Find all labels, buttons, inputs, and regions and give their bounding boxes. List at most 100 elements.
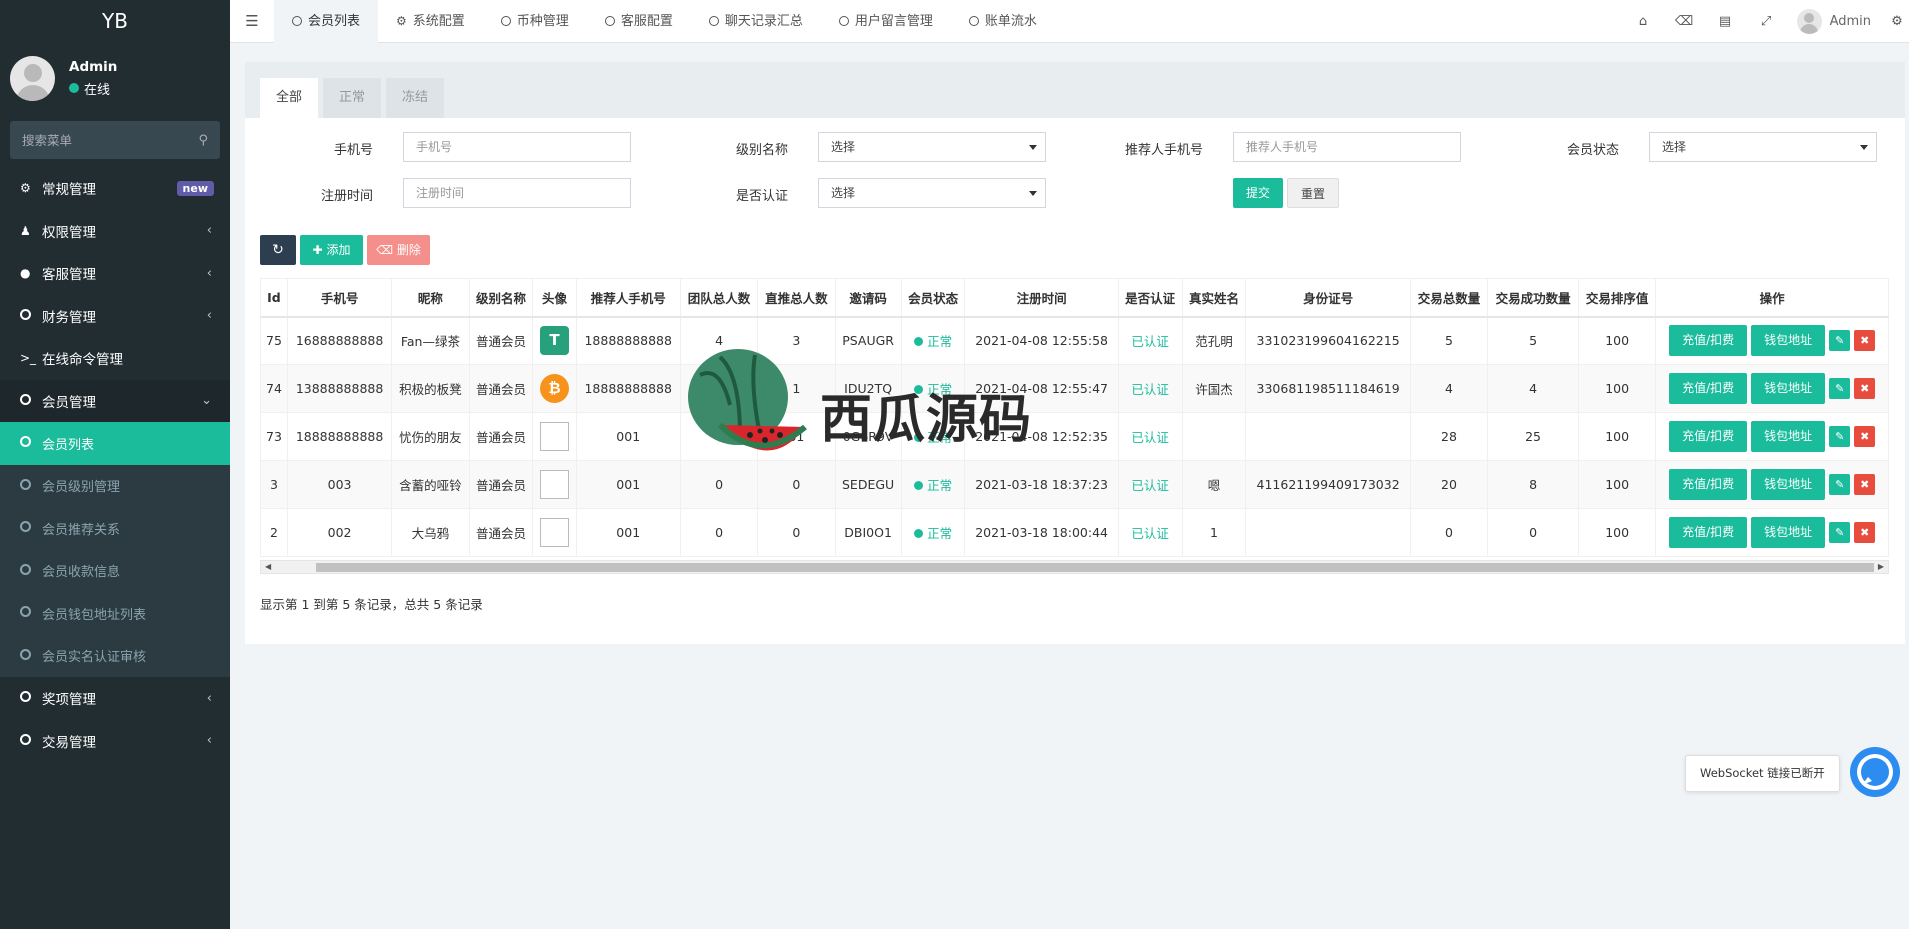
translate-icon[interactable]: ▤: [1705, 14, 1746, 29]
col-real-name[interactable]: 真实姓名: [1181, 278, 1247, 318]
delete-icon[interactable]: ✖: [1854, 522, 1876, 543]
sidebar-item-member[interactable]: 会员管理 ⌄: [0, 379, 230, 422]
sidebar-item-member-payment[interactable]: 会员收款信息: [0, 550, 230, 593]
scroll-left-icon[interactable]: ◀: [265, 562, 271, 571]
tab-normal[interactable]: 正常: [323, 78, 382, 118]
col-status[interactable]: 会员状态: [900, 278, 966, 318]
sidebar-item-awards[interactable]: 奖项管理 ‹: [0, 677, 230, 720]
col-direct-total[interactable]: 直推总人数: [757, 278, 836, 318]
tab-currency[interactable]: 币种管理: [483, 0, 587, 43]
wallet-address-button[interactable]: 钱包地址: [1751, 421, 1826, 452]
edit-icon[interactable]: ✎: [1829, 330, 1851, 352]
table-row[interactable]: 3 003 含蓄的哑铃 普通会员 001 0 0 SEDEGU 正常 2021-03-18 18:…: [260, 460, 1889, 509]
delete-button[interactable]: ⌫ 删除: [367, 235, 430, 265]
col-level[interactable]: 级别名称: [468, 278, 534, 318]
wallet-address-button[interactable]: 钱包地址: [1751, 373, 1826, 404]
recharge-button[interactable]: 充值/扣费: [1669, 421, 1748, 452]
edit-icon[interactable]: ✎: [1829, 378, 1851, 399]
user-menu[interactable]: Admin: [1787, 9, 1885, 34]
col-team-total[interactable]: 团队总人数: [679, 278, 759, 318]
cell-name: [1181, 412, 1247, 461]
table-row[interactable]: 75 16888888888 Fan—绿茶 普通会员 T 18888888888 4 3 PSA…: [260, 316, 1889, 365]
edit-icon[interactable]: ✎: [1829, 474, 1851, 495]
recharge-button[interactable]: 充值/扣费: [1669, 373, 1748, 404]
reset-button[interactable]: 重置: [1287, 178, 1339, 208]
recharge-button[interactable]: 充值/扣费: [1669, 325, 1748, 357]
refresh-button[interactable]: ↻: [260, 235, 296, 265]
circle-icon: [20, 393, 31, 405]
submit-button[interactable]: 提交: [1233, 178, 1283, 208]
tab-user-messages[interactable]: 用户留言管理: [821, 0, 951, 43]
menu-search-input[interactable]: [22, 132, 199, 148]
sidebar-item-permission[interactable]: ♟ 权限管理 ‹: [0, 210, 230, 253]
cell-level: 普通会员: [468, 316, 534, 365]
tab-all[interactable]: 全部: [260, 78, 319, 118]
chat-button[interactable]: [1850, 747, 1900, 797]
sidebar-item-service[interactable]: ● 客服管理 ‹: [0, 252, 230, 295]
col-avatar[interactable]: 头像: [532, 278, 577, 318]
wallet-address-button[interactable]: 钱包地址: [1751, 325, 1826, 357]
cell-success: 4: [1487, 364, 1579, 413]
app-logo[interactable]: YB: [0, 0, 230, 43]
tab-chat-records[interactable]: 聊天记录汇总: [691, 0, 821, 43]
tab-bills[interactable]: 账单流水: [951, 0, 1055, 43]
sidebar-item-general[interactable]: ⚙ 常规管理 new: [0, 167, 230, 210]
pagination-info: 显示第 1 到第 5 条记录，总共 5 条记录: [260, 597, 483, 612]
menu-toggle-icon[interactable]: ☰: [230, 12, 274, 30]
wallet-address-button[interactable]: 钱包地址: [1751, 517, 1826, 548]
member-status-select[interactable]: 选择: [1649, 132, 1877, 162]
phone-field[interactable]: 手机号: [403, 132, 631, 162]
gear-icon[interactable]: ⚙: [1885, 14, 1909, 29]
sidebar-item-member-referral[interactable]: 会员推荐关系: [0, 507, 230, 550]
delete-icon[interactable]: ✖: [1854, 426, 1876, 447]
level-select[interactable]: 选择: [818, 132, 1046, 162]
table-row[interactable]: 74 13888888888 积极的板凳 普通会员 ₿ 18888888888 1 IDU2T…: [260, 364, 1889, 413]
wallet-address-button[interactable]: 钱包地址: [1751, 469, 1826, 500]
delete-icon[interactable]: ✖: [1854, 330, 1876, 352]
search-icon[interactable]: ⚲: [198, 133, 208, 148]
col-verified[interactable]: 是否认证: [1117, 278, 1183, 318]
col-reg-time[interactable]: 注册时间: [964, 278, 1119, 318]
trash-icon[interactable]: ⌫: [1664, 14, 1705, 29]
table-row[interactable]: 7318888888888忧伤的朋友普通会员001610G6R9V正常2021-…: [260, 412, 1889, 461]
col-nickname[interactable]: 昵称: [391, 278, 470, 318]
col-trade-total[interactable]: 交易总数量: [1409, 278, 1489, 318]
sidebar-item-member-kyc[interactable]: 会员实名认证审核: [0, 635, 230, 678]
fullscreen-icon[interactable]: ⤢: [1746, 14, 1787, 29]
horizontal-scrollbar[interactable]: ◀ ▶: [260, 560, 1889, 574]
sidebar-item-member-level[interactable]: 会员级别管理: [0, 465, 230, 508]
referrer-field[interactable]: 推荐人手机号: [1233, 132, 1461, 162]
sidebar-item-member-wallet[interactable]: 会员钱包地址列表: [0, 592, 230, 635]
home-icon[interactable]: ⌂: [1623, 14, 1664, 29]
chat-bubble-icon: [1857, 754, 1893, 790]
col-actions[interactable]: 操作: [1655, 278, 1889, 318]
sidebar-item-command[interactable]: >_ 在线命令管理: [0, 337, 230, 380]
col-trade-success[interactable]: 交易成功数量: [1487, 278, 1579, 318]
scrollbar-thumb[interactable]: [316, 563, 1874, 572]
recharge-button[interactable]: 充值/扣费: [1669, 469, 1748, 500]
sidebar-item-member-list[interactable]: 会员列表: [0, 422, 230, 465]
tab-system-config[interactable]: ⚙ 系统配置: [378, 0, 483, 43]
col-id[interactable]: Id: [260, 278, 288, 318]
cell-name: 许国杰: [1181, 364, 1247, 413]
col-referrer[interactable]: 推荐人手机号: [575, 278, 681, 318]
col-invite-code[interactable]: 邀请码: [834, 278, 902, 318]
col-id-number[interactable]: 身份证号: [1245, 278, 1411, 318]
add-button[interactable]: ✚ 添加: [300, 235, 363, 265]
sidebar-item-finance[interactable]: 财务管理 ‹: [0, 295, 230, 338]
col-phone[interactable]: 手机号: [286, 278, 393, 318]
tab-frozen[interactable]: 冻结: [386, 78, 445, 118]
edit-icon[interactable]: ✎: [1829, 522, 1851, 543]
col-trade-sort[interactable]: 交易排序值: [1577, 278, 1657, 318]
verified-select[interactable]: 选择: [818, 178, 1046, 208]
sidebar-item-trade[interactable]: 交易管理 ‹: [0, 720, 230, 763]
regtime-field[interactable]: 注册时间: [403, 178, 631, 208]
delete-icon[interactable]: ✖: [1854, 474, 1876, 495]
tab-member-list[interactable]: 会员列表: [274, 0, 379, 43]
recharge-button[interactable]: 充值/扣费: [1669, 517, 1748, 548]
edit-icon[interactable]: ✎: [1829, 426, 1851, 447]
scroll-right-icon[interactable]: ▶: [1878, 562, 1884, 571]
table-row[interactable]: 2 002 大乌鸦 普通会员 001 0 0 DBI0O1 正常 2021-03-18 18:00…: [260, 508, 1889, 557]
tab-service-config[interactable]: 客服配置: [587, 0, 691, 43]
delete-icon[interactable]: ✖: [1854, 378, 1876, 399]
